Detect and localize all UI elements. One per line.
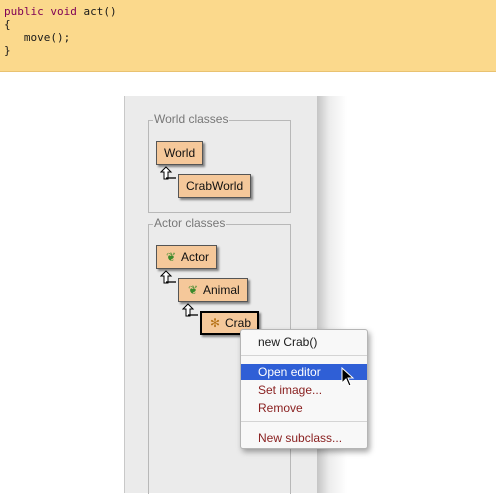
- context-menu: new Crab() Open editor Set image... Remo…: [240, 329, 368, 449]
- code-snippet: public void act() { move(); }: [0, 0, 496, 72]
- menu-item-new-crab[interactable]: new Crab(): [241, 334, 367, 350]
- inheritance-arrow-icon: [182, 303, 198, 317]
- menu-item-remove[interactable]: Remove: [241, 400, 367, 416]
- mouse-pointer-icon: [341, 367, 355, 387]
- footprint-icon: ❦: [165, 250, 177, 264]
- inheritance-arrow-icon: [160, 270, 176, 284]
- class-name: Animal: [203, 283, 240, 297]
- menu-separator: [241, 421, 367, 422]
- class-name: Actor: [181, 250, 210, 264]
- code-text: act(): [76, 5, 117, 18]
- menu-item-new-subclass[interactable]: New subclass...: [241, 430, 367, 446]
- code-line-3: move();: [4, 31, 71, 44]
- code-keyword: void: [50, 5, 77, 18]
- world-classes-title: World classes: [153, 112, 230, 126]
- crab-icon: ✻: [209, 316, 221, 330]
- class-world[interactable]: World: [156, 141, 204, 165]
- class-name: Crab: [225, 316, 252, 330]
- inheritance-arrow-icon: [160, 166, 176, 180]
- actor-classes-title: Actor classes: [153, 216, 227, 230]
- code-keyword: public: [4, 5, 44, 18]
- footprint-icon: ❦: [187, 283, 199, 297]
- class-animal[interactable]: ❦ Animal: [178, 278, 248, 302]
- class-name: CrabWorld: [186, 179, 244, 193]
- code-line-4: }: [4, 44, 11, 57]
- class-crabworld[interactable]: CrabWorld: [178, 174, 252, 198]
- menu-separator: [241, 355, 367, 356]
- class-actor[interactable]: ❦ Actor: [156, 245, 218, 269]
- code-line-1: public void act(): [4, 5, 496, 18]
- class-name: World: [164, 146, 196, 160]
- code-line-2: {: [4, 18, 11, 31]
